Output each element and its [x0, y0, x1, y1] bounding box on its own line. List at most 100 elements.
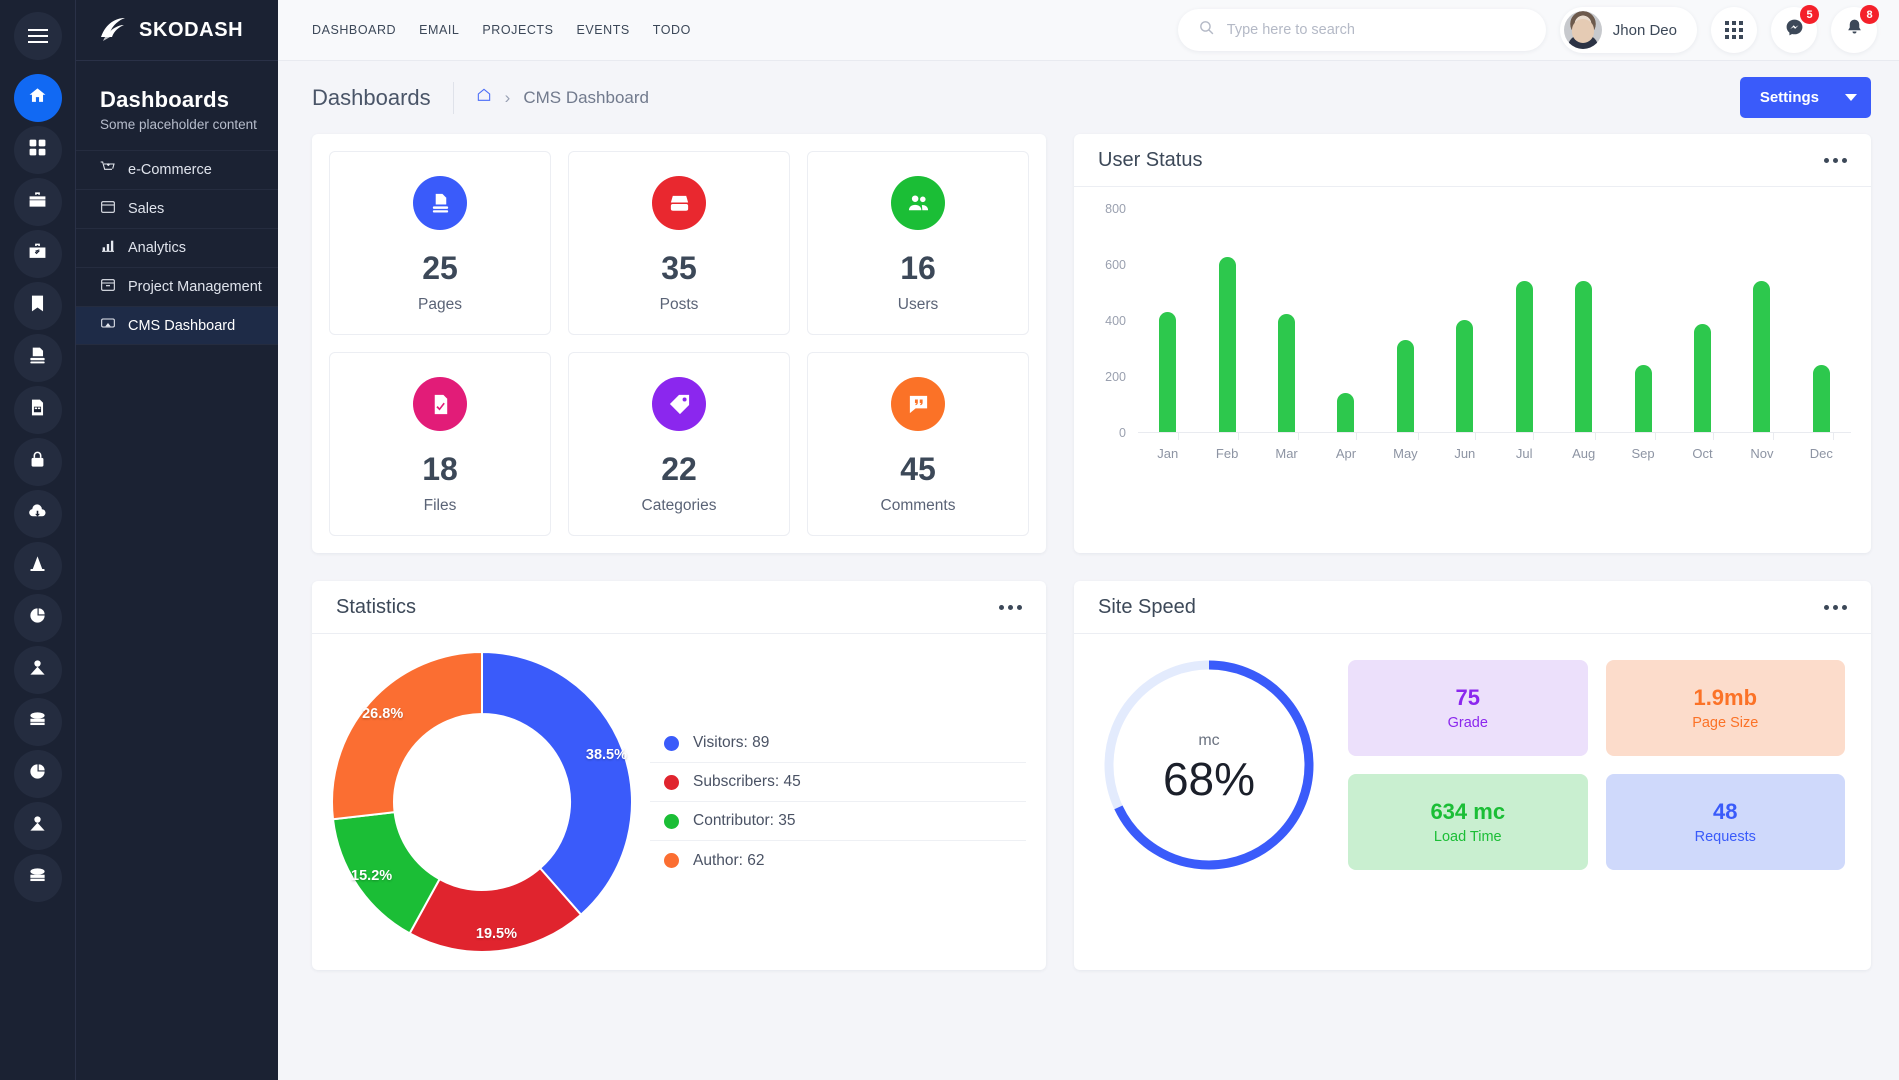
stat-users[interactable]: 16 Users [807, 151, 1029, 335]
bar[interactable] [1396, 339, 1414, 432]
bar-column[interactable] [1435, 209, 1494, 432]
stat-categories[interactable]: 22 Categories [568, 352, 790, 536]
bar-column[interactable] [1376, 209, 1435, 432]
bar-column[interactable] [1554, 209, 1613, 432]
bar[interactable] [1278, 314, 1296, 432]
rail-item-home[interactable] [13, 74, 62, 122]
rail-item-map-pin[interactable] [13, 646, 62, 694]
sidebar-item-cms-dashboard[interactable]: CMS Dashboard [76, 306, 278, 345]
settings-button[interactable]: Settings [1739, 77, 1871, 118]
speed-tile[interactable]: 634 mc Load Time [1348, 774, 1588, 870]
skodash-logo-icon [98, 15, 128, 45]
hamburger-icon[interactable] [13, 12, 62, 60]
legend-item[interactable]: Subscribers: 45 [650, 763, 1026, 802]
tab-dashboard[interactable]: DASHBOARD [312, 23, 396, 37]
stat-comments[interactable]: 45 Comments [807, 352, 1029, 536]
stat-posts[interactable]: 35 Posts [568, 151, 790, 335]
bar[interactable] [1575, 280, 1593, 432]
brand[interactable]: SKODASH [76, 0, 278, 61]
speed-tile[interactable]: 75 Grade [1348, 660, 1588, 756]
tab-todo[interactable]: TODO [653, 23, 691, 37]
bar[interactable] [1694, 324, 1711, 432]
stat-value: 18 [422, 451, 458, 487]
stat-label: Categories [641, 497, 717, 514]
site-speed-title: Site Speed [1098, 595, 1196, 618]
speed-tile[interactable]: 48 Requests [1605, 774, 1845, 870]
sidebar-item-label: Project Management [128, 279, 262, 295]
search-box[interactable] [1177, 9, 1546, 51]
search-icon [1198, 19, 1215, 41]
speed-tile[interactable]: 1.9mb Page Size [1605, 660, 1845, 756]
rail-item-database[interactable] [13, 698, 62, 746]
bar[interactable] [1753, 280, 1771, 432]
more-horizontal-icon[interactable] [1824, 157, 1847, 163]
y-tick-label: 800 [1105, 202, 1126, 216]
profile-chip[interactable]: Jhon Deo [1559, 7, 1697, 53]
tab-projects[interactable]: PROJECTS [482, 23, 553, 37]
rail-item-briefcase[interactable] [13, 178, 62, 226]
bar[interactable] [1218, 257, 1236, 432]
rail-item-pie-chart-2[interactable] [13, 750, 62, 798]
rail-item-cone[interactable] [13, 542, 62, 590]
bar-column[interactable] [1257, 209, 1316, 432]
speed-tile-value: 634 mc [1430, 799, 1506, 824]
donut-slice[interactable] [331, 650, 483, 821]
bar[interactable] [1159, 311, 1177, 432]
bar-column[interactable] [1197, 209, 1256, 432]
tab-email[interactable]: EMAIL [419, 23, 459, 37]
rail-item-form[interactable] [13, 386, 62, 434]
bar-column[interactable] [1613, 209, 1672, 432]
bar[interactable] [1456, 320, 1474, 432]
speed-tile-label: Load Time [1433, 829, 1502, 845]
axis-tick [1178, 433, 1180, 440]
rail-item-lock[interactable] [13, 438, 62, 486]
rail-item-map-pin-2[interactable] [13, 802, 62, 850]
bar-column[interactable] [1732, 209, 1791, 432]
bar-column[interactable] [1138, 209, 1197, 432]
legend-color-dot [664, 735, 679, 751]
legend-item[interactable]: Author: 62 [650, 841, 1026, 880]
bar[interactable] [1515, 280, 1533, 432]
rail-item-grid[interactable] [13, 126, 62, 174]
legend-item[interactable]: Contributor: 35 [650, 802, 1026, 841]
messages-button[interactable]: 5 [1771, 5, 1819, 53]
bar[interactable] [1812, 365, 1830, 432]
more-horizontal-icon[interactable] [1824, 604, 1847, 610]
bar[interactable] [1337, 392, 1355, 432]
rail-item-cloud-download[interactable] [13, 490, 62, 538]
legend-color-dot [664, 813, 679, 829]
rail-item-pie-chart[interactable] [13, 594, 62, 642]
bar-column[interactable] [1792, 209, 1851, 432]
donut-slice[interactable] [481, 650, 633, 917]
bar[interactable] [1634, 364, 1652, 432]
sidebar-item-sales[interactable]: Sales [76, 189, 278, 228]
axis-tick [1297, 433, 1299, 440]
home-outline-icon[interactable] [476, 87, 492, 108]
apps-button[interactable] [1711, 7, 1757, 53]
rail-item-database-2[interactable] [13, 854, 62, 902]
site-speed-header: Site Speed [1074, 581, 1871, 634]
sidebar-item-ecommerce[interactable]: e-Commerce [76, 150, 278, 189]
x-tick-label: May [1376, 433, 1435, 461]
grid-icon [28, 138, 47, 162]
more-horizontal-icon[interactable] [999, 604, 1022, 610]
statistics-header: Statistics [312, 581, 1046, 634]
user-status-title: User Status [1098, 148, 1203, 171]
rail-item-toolbox[interactable] [13, 230, 62, 278]
search-input[interactable] [1226, 22, 1526, 38]
bar-column[interactable] [1316, 209, 1375, 432]
speed-gauge: mc 68% [1100, 656, 1318, 874]
legend-item[interactable]: Visitors: 89 [650, 724, 1026, 763]
tab-events[interactable]: EVENTS [576, 23, 629, 37]
sidebar-item-analytics[interactable]: Analytics [76, 228, 278, 267]
stat-files[interactable]: 18 Files [329, 352, 551, 536]
stat-pages[interactable]: 25 Pages [329, 151, 551, 335]
notifications-button[interactable]: 8 [1831, 5, 1879, 53]
bar-column[interactable] [1673, 209, 1732, 432]
legend-label: Subscribers: 45 [693, 773, 801, 790]
bar-column[interactable] [1495, 209, 1554, 432]
axis-tick [1832, 433, 1834, 440]
sidebar-item-project-management[interactable]: Project Management [76, 267, 278, 306]
rail-item-layers[interactable] [13, 334, 62, 382]
rail-item-bookmark[interactable] [13, 282, 62, 330]
